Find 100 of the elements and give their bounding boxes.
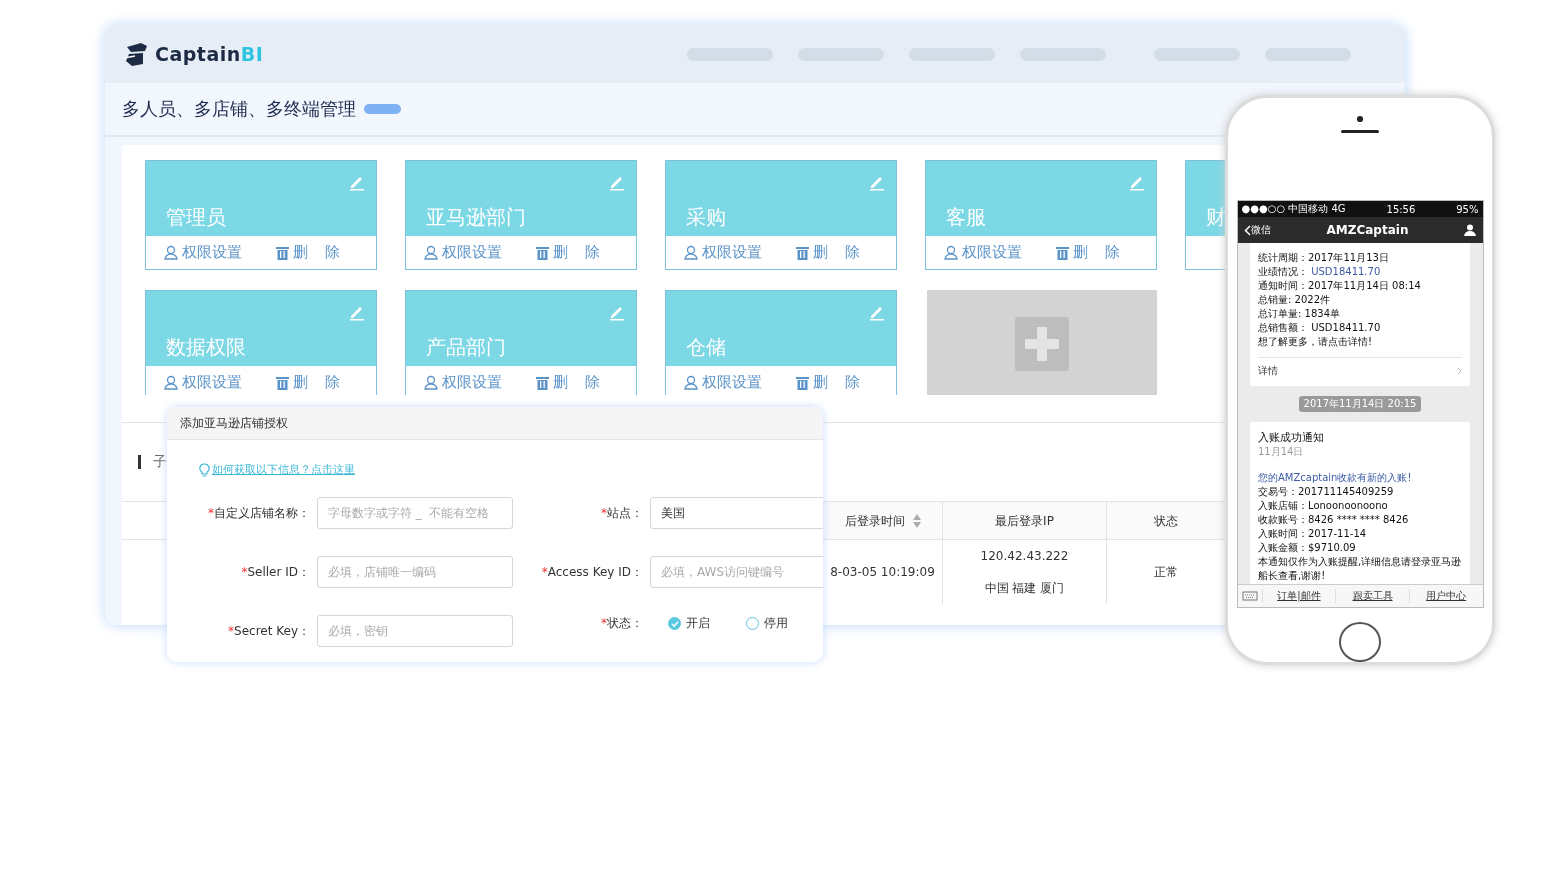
delete-link[interactable]: 删 除 <box>1056 243 1120 262</box>
column-header[interactable]: 最后登录IP <box>942 502 1106 539</box>
message-line: 通知时间：2017年11月14日 08:14 <box>1258 279 1422 294</box>
role-title: 数据权限 <box>166 334 246 361</box>
delete-link[interactable]: 删 除 <box>276 373 340 392</box>
clock-text: 15:56 <box>1386 203 1416 215</box>
field-label: *Seller ID： <box>240 563 311 581</box>
role-title: 管理员 <box>166 204 226 231</box>
person-icon <box>684 245 698 260</box>
role-title: 财 <box>1206 204 1225 231</box>
role-card[interactable]: 客服 权限设置 删 除 <box>925 160 1157 270</box>
input-field[interactable]: 必填，密钥 <box>317 615 513 647</box>
trash-icon <box>536 245 549 260</box>
radio-option[interactable]: 停用 <box>746 615 806 632</box>
carrier-text: ●●●○○ 中国移动 4G <box>1241 202 1346 217</box>
role-title: 亚马逊部门 <box>426 204 526 231</box>
chevron-right-icon <box>1457 367 1462 376</box>
person-icon <box>684 375 698 390</box>
input-field[interactable]: 必填，店铺唯一编码 <box>317 556 513 588</box>
trash-icon <box>276 375 289 390</box>
add-card[interactable] <box>927 290 1157 395</box>
message-line: 总销量: 2022件 <box>1258 293 1331 308</box>
person-icon[interactable] <box>1464 224 1477 237</box>
permission-link[interactable]: 权限设置 <box>164 243 242 262</box>
column-header[interactable]: 后登录时间 <box>822 502 942 539</box>
menu-item[interactable]: 用户中心 <box>1408 589 1483 604</box>
plus-icon <box>1015 317 1069 371</box>
radio-icon[interactable] <box>668 617 681 630</box>
menu-item[interactable]: 订单|邮件 <box>1261 589 1336 604</box>
message-date: 11月14日 <box>1258 445 1305 460</box>
person-icon <box>164 375 178 390</box>
delete-link[interactable]: 删 除 <box>536 243 600 262</box>
message-title: 入账成功通知 <box>1258 430 1325 446</box>
input-field[interactable]: 必填，AWS访问键编号 <box>650 556 823 588</box>
back-link[interactable]: 微信 <box>1243 223 1271 238</box>
role-title: 产品部门 <box>426 334 506 361</box>
column-header[interactable]: 状态 <box>1106 502 1225 539</box>
page-title: 多人员、多店铺、多终端管理 <box>122 97 356 121</box>
section-title: 子 <box>153 453 167 471</box>
field-label: *站点： <box>600 504 644 522</box>
message-line: 本通知仅作为入账提醒,详细信息请登录亚马逊船长查看,谢谢! <box>1258 555 1462 584</box>
section-bar <box>138 455 141 469</box>
lightbulb-icon <box>199 462 210 477</box>
role-card[interactable]: 产品部门 权限设置 删 除 <box>405 290 637 395</box>
logo-text: CaptainBI <box>155 43 264 65</box>
permission-link[interactable]: 权限设置 <box>944 243 1022 262</box>
message-line: 交易号：201711145409259 <box>1258 485 1395 500</box>
person-icon <box>424 245 438 260</box>
role-card[interactable]: 采购 权限设置 删 除 <box>665 160 897 270</box>
menu-item[interactable]: 跟卖工具 <box>1335 589 1409 604</box>
captain-hat-icon <box>123 41 149 67</box>
message-line: 入账店铺：Lonoonoonoono <box>1258 499 1389 514</box>
field-label: *自定义店铺名称： <box>207 504 311 522</box>
message-line: 收款账号：8426 **** **** 8426 <box>1258 513 1410 528</box>
role-card[interactable]: 管理员 权限设置 删 除 <box>145 160 377 270</box>
field-label: *Secret Key： <box>227 622 311 640</box>
delete-link[interactable]: 删 除 <box>796 243 860 262</box>
delete-link[interactable]: 删 除 <box>276 243 340 262</box>
role-card[interactable]: 数据权限 权限设置 删 除 <box>145 290 377 395</box>
home-button[interactable] <box>1339 622 1381 662</box>
help-link[interactable]: 如何获取以下信息？点击这里 <box>212 462 355 477</box>
role-card[interactable]: 仓储 权限设置 删 除 <box>665 290 897 395</box>
message-line: 总销售额： USD18411.70 <box>1258 321 1382 336</box>
person-icon <box>944 245 958 260</box>
chat-title: AMZCaptain <box>1326 223 1409 238</box>
message-line: 统计周期：2017年11月13日 <box>1258 251 1390 266</box>
trash-icon <box>276 245 289 260</box>
field-label: *状态： <box>600 615 644 632</box>
trash-icon <box>1056 245 1069 260</box>
permission-link[interactable]: 权限设置 <box>424 243 502 262</box>
permission-link[interactable]: 权限设置 <box>684 373 762 392</box>
message-line: 您的AMZcaptain收款有新的入账! <box>1258 471 1413 486</box>
input-field[interactable]: 美国 <box>650 497 823 529</box>
message-line: 业绩情况： USD18411.70 <box>1258 265 1382 280</box>
chevron-left-icon <box>1243 224 1251 236</box>
timestamp: 2017年11月14日 20:15 <box>1298 396 1422 413</box>
radio-option[interactable]: 开启 <box>668 615 728 632</box>
role-title: 仓储 <box>686 334 726 361</box>
message-line: 总订单量: 1834单 <box>1258 307 1341 322</box>
role-card[interactable]: 亚马逊部门 权限设置 删 除 <box>405 160 637 270</box>
sort-icon[interactable] <box>912 513 921 528</box>
trash-icon <box>536 375 549 390</box>
permission-link[interactable]: 权限设置 <box>424 373 502 392</box>
title-pill <box>364 104 401 114</box>
delete-link[interactable]: 删 除 <box>536 373 600 392</box>
details-link[interactable]: 详情 <box>1258 364 1278 379</box>
radio-icon[interactable] <box>746 617 759 630</box>
role-title: 客服 <box>946 204 986 231</box>
speaker <box>1341 129 1379 134</box>
permission-link[interactable]: 权限设置 <box>684 243 762 262</box>
message-line: 入账金额：$9710.09 <box>1258 541 1357 556</box>
message-line: 想了解更多，请点击详情! <box>1258 335 1373 350</box>
permission-link[interactable]: 权限设置 <box>164 373 242 392</box>
input-field[interactable]: 字母数字或字符 _ 不能有空格 <box>317 497 513 529</box>
message-line: 入账时间：2017-11-14 <box>1258 527 1368 542</box>
table-cell: 120.42.43.222 中国 福建 厦门 <box>942 540 1106 604</box>
person-icon <box>164 245 178 260</box>
trash-icon <box>796 245 809 260</box>
dialog-title: 添加亚马逊店铺授权 <box>180 414 288 432</box>
delete-link[interactable]: 删 除 <box>796 373 860 392</box>
